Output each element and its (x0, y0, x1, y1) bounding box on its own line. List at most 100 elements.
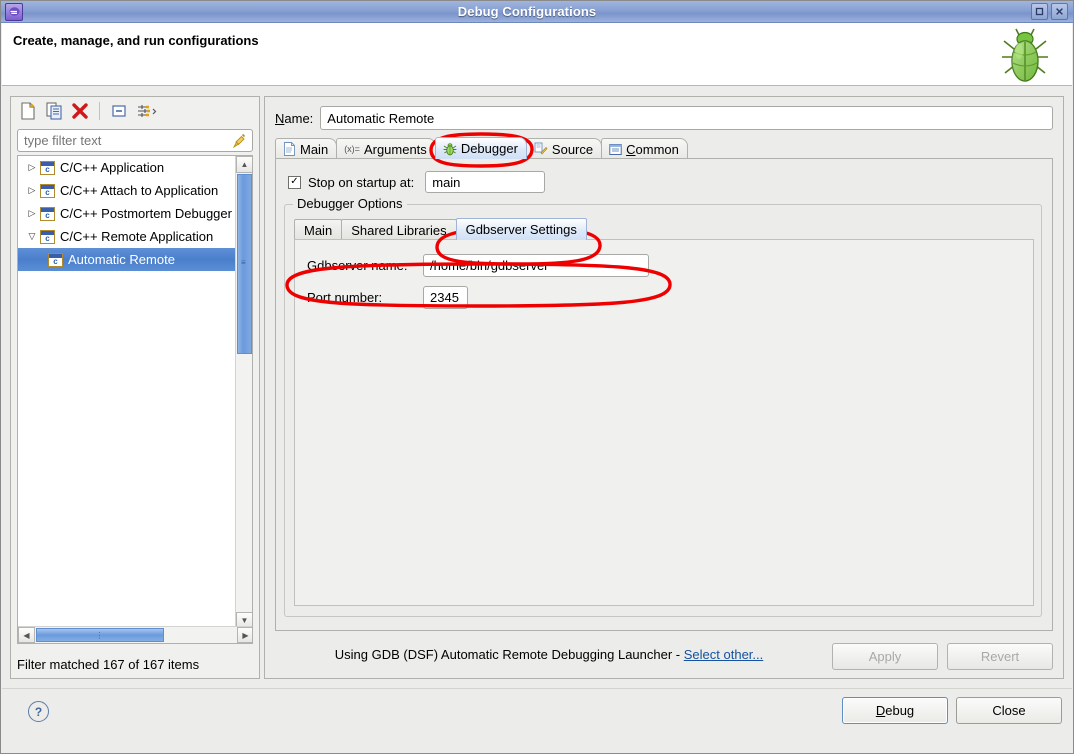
c-config-icon: c (40, 160, 55, 175)
tree-vertical-scrollbar[interactable]: ▲ ≡ ▼ (235, 156, 252, 629)
gdbserver-name-input[interactable] (423, 254, 649, 277)
document-icon (284, 142, 295, 156)
window-controls (1031, 3, 1068, 20)
window-title: Debug Configurations (457, 4, 597, 19)
inner-tab-shared-libraries[interactable]: Shared Libraries (341, 219, 457, 240)
stop-on-startup-input[interactable] (425, 171, 546, 193)
debug-configurations-dialog: Debug Configurations Create, manage, and… (0, 0, 1074, 754)
tab-arguments[interactable]: (x)= Arguments (336, 138, 436, 159)
stop-on-startup-checkbox[interactable]: ✓ (288, 175, 301, 189)
tree-item-label: C/C++ Application (60, 160, 165, 175)
configurations-panel: ▷ c C/C++ Application ▷ c C/C++ Attach t… (10, 96, 260, 679)
question-mark-help-icon[interactable]: ? (28, 701, 49, 722)
tab-label: Arguments (363, 141, 427, 157)
scroll-right-button[interactable]: ▶ (237, 627, 252, 643)
gdbserver-name-row: Gdbserver name: (307, 254, 649, 277)
tree-item-label: C/C++ Remote Application (60, 229, 214, 244)
c-config-icon: c (40, 206, 55, 221)
tab-common[interactable]: Common (601, 138, 688, 159)
search-input[interactable] (18, 132, 231, 149)
port-number-row: Port number: (307, 286, 468, 309)
arguments-icon: (x)= (344, 144, 360, 154)
port-number-input[interactable] (423, 286, 468, 309)
chevron-right-icon[interactable]: ▷ (24, 208, 40, 219)
tree-item-cpp-application[interactable]: ▷ c C/C++ Application (18, 156, 237, 179)
chevron-right-icon[interactable]: ▷ (24, 185, 40, 196)
bug-icon (443, 142, 457, 155)
inner-tab-label: Main (304, 222, 333, 238)
chevron-right-icon[interactable]: ▷ (24, 162, 40, 173)
tree-horizontal-scrollbar[interactable]: ◀ ⋮ ▶ (18, 626, 252, 643)
c-config-icon: c (40, 183, 55, 198)
configuration-tabfolder: Main (x)= Arguments Debugger Source Comm… (275, 137, 1053, 632)
close-button-dialog[interactable]: Close (956, 697, 1062, 724)
tree-items: ▷ c C/C++ Application ▷ c C/C++ Attach t… (18, 156, 237, 271)
filter-status-label: Filter matched 167 of 167 items (17, 657, 200, 672)
configurations-tree[interactable]: ▷ c C/C++ Application ▷ c C/C++ Attach t… (17, 155, 253, 644)
dialog-header: Create, manage, and run configurations (2, 23, 1072, 86)
c-config-icon: c (48, 252, 63, 267)
tab-main[interactable]: Main (275, 138, 338, 159)
new-document-icon[interactable] (18, 101, 38, 121)
debugger-options-group: Debugger Options Main Shared Libraries G… (284, 196, 1042, 617)
scroll-left-button[interactable]: ◀ (18, 627, 35, 643)
tree-item-label: C/C++ Postmortem Debugger (60, 206, 232, 221)
copy-document-icon[interactable] (44, 101, 64, 121)
dialog-body: ▷ c C/C++ Application ▷ c C/C++ Attach t… (2, 87, 1072, 690)
window-titlebar: Debug Configurations (1, 1, 1073, 23)
eclipse-icon (5, 2, 23, 21)
editor-footer: Using GDB (DSF) Automatic Remote Debuggi… (265, 635, 1063, 678)
name-label: Name: (275, 110, 314, 126)
debugger-tab-panel: ✓ Stop on startup at: Debugger Options M… (275, 158, 1053, 631)
c-config-icon: c (40, 229, 55, 244)
vertical-scrollbar-thumb[interactable]: ≡ (237, 174, 252, 354)
inner-tab-main[interactable]: Main (294, 219, 343, 240)
tab-label: Source (551, 141, 594, 157)
broom-icon[interactable] (231, 133, 247, 149)
launcher-prefix: Using GDB (DSF) Automatic Remote Debuggi… (334, 647, 684, 662)
scroll-up-button[interactable]: ▲ (236, 156, 252, 173)
inner-tab-gdbserver-settings[interactable]: Gdbserver Settings (455, 218, 587, 240)
tree-item-cpp-attach-to-application[interactable]: ▷ c C/C++ Attach to Application (18, 179, 237, 202)
name-row: Name: (275, 106, 1053, 130)
tree-item-cpp-postmortem-debugger[interactable]: ▷ c C/C++ Postmortem Debugger (18, 202, 237, 225)
tab-source[interactable]: Source (525, 138, 603, 159)
launcher-status: Using GDB (DSF) Automatic Remote Debuggi… (265, 647, 1063, 662)
collapse-all-icon[interactable] (109, 101, 129, 121)
close-button[interactable] (1051, 3, 1068, 20)
debugger-options-tabstrip: Main Shared Libraries Gdbserver Settings (294, 218, 587, 240)
maximize-button[interactable] (1031, 3, 1048, 20)
tab-debugger[interactable]: Debugger (434, 137, 527, 159)
gdbserver-settings-panel: Gdbserver name: Port number: (294, 239, 1034, 606)
page-title: Create, manage, and run configurations (13, 33, 259, 48)
bug-icon (1002, 28, 1048, 82)
filter-arrows-icon[interactable] (135, 101, 157, 121)
debug-button[interactable]: Debug (842, 697, 948, 724)
dialog-button-bar: ? Debug Close (2, 688, 1072, 753)
tree-item-automatic-remote[interactable]: c Automatic Remote (18, 248, 237, 271)
configuration-editor: Name: Main (x)= Arguments Debugger (264, 96, 1064, 679)
tree-item-label: C/C++ Attach to Application (60, 183, 219, 198)
configurations-toolbar (11, 97, 259, 125)
horizontal-scrollbar-thumb[interactable]: ⋮ (36, 628, 164, 642)
configuration-name-input[interactable] (320, 106, 1053, 130)
stop-on-startup-row: ✓ Stop on startup at: (288, 171, 546, 193)
common-icon (609, 143, 622, 155)
tabstrip: Main (x)= Arguments Debugger Source Comm… (275, 137, 1053, 159)
inner-tab-label: Gdbserver Settings (465, 222, 577, 237)
tab-label: Common (626, 141, 679, 157)
toolbar-separator (99, 102, 100, 120)
chevron-down-icon[interactable]: ▽ (24, 231, 40, 242)
inner-tab-label: Shared Libraries (351, 222, 447, 238)
tree-item-cpp-remote-application[interactable]: ▽ c C/C++ Remote Application (18, 225, 237, 248)
tab-label: Main (300, 141, 329, 157)
tab-label: Debugger (460, 141, 518, 156)
port-number-label: Port number: (307, 290, 383, 305)
red-x-delete-icon[interactable] (70, 101, 90, 121)
filter-input-wrapper[interactable] (17, 129, 253, 152)
select-other-link[interactable]: Select other... (684, 647, 764, 662)
debugger-options-label: Debugger Options (293, 196, 407, 211)
gdbserver-name-label: Gdbserver name: (307, 258, 408, 273)
tree-item-label: Automatic Remote (68, 252, 175, 267)
scrollbar-grip-icon: ≡ (241, 258, 246, 267)
